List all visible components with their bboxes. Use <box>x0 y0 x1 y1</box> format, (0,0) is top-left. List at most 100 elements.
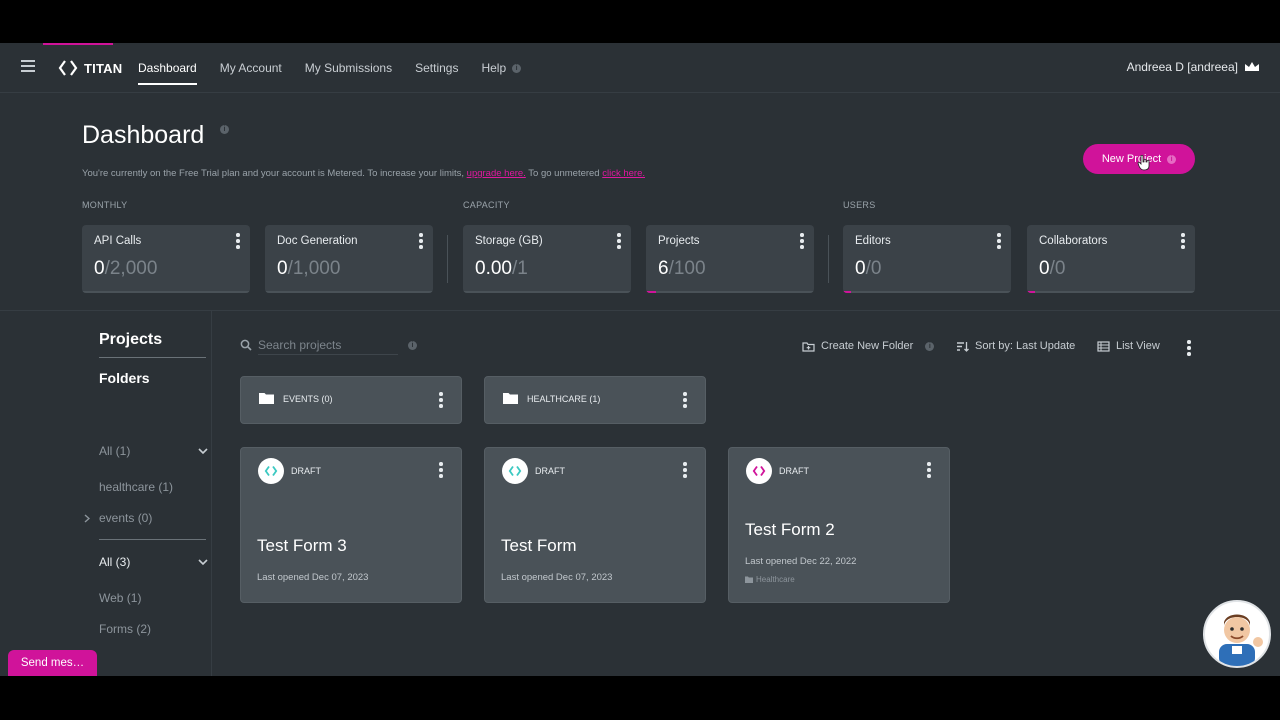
stat-more-icon[interactable] <box>997 233 1001 249</box>
search-input[interactable] <box>258 335 398 355</box>
title-info-icon[interactable]: i <box>220 125 229 134</box>
sort-button[interactable]: Sort by: Last Update <box>956 340 1075 352</box>
stat-more-icon[interactable] <box>800 233 804 249</box>
stat-limit: /1,000 <box>287 258 341 279</box>
brand-logo[interactable]: TITAN <box>58 58 122 78</box>
stat-usage-bar <box>843 291 852 293</box>
stat-track <box>1027 291 1195 293</box>
project-more-icon[interactable] <box>927 462 931 478</box>
stat-current: 0 <box>855 258 866 279</box>
stat-value: 0/0 <box>855 258 881 280</box>
hamburger-menu-icon[interactable] <box>21 60 35 72</box>
project-folder-name: Healthcare <box>756 575 795 584</box>
project-status: DRAFT <box>535 466 565 476</box>
project-more-icon[interactable] <box>439 462 443 478</box>
folders-title: Folders <box>99 370 150 386</box>
project-more-icon[interactable] <box>683 462 687 478</box>
project-name: Test Form 3 <box>257 536 347 555</box>
project-card[interactable]: DRAFT Test Form Last opened Dec 07, 2023 <box>484 447 706 603</box>
stat-more-icon[interactable] <box>236 233 240 249</box>
chevron-down-icon[interactable] <box>198 559 208 566</box>
chevron-right-icon[interactable] <box>84 514 90 523</box>
nav-settings[interactable]: Settings <box>415 43 458 93</box>
stat-more-icon[interactable] <box>617 233 621 249</box>
search-icon <box>240 339 252 351</box>
folder-filter-healthcare[interactable]: healthcare (1) <box>99 480 173 494</box>
small-folder-icon <box>745 576 753 583</box>
type-filter-forms[interactable]: Forms (2) <box>99 622 151 636</box>
brand-name: TITAN <box>84 60 123 76</box>
chevron-down-icon[interactable] <box>198 448 208 455</box>
stat-usage-bar <box>1027 291 1036 293</box>
type-filter-web[interactable]: Web (1) <box>99 591 141 605</box>
project-name: Test Form <box>501 536 577 555</box>
nav-my-account[interactable]: My Account <box>220 43 282 93</box>
create-folder-info-icon: i <box>925 341 935 351</box>
web-project-icon <box>752 465 766 477</box>
list-view-button[interactable]: List View <box>1097 340 1160 352</box>
app-shell: TITAN Dashboard My Account My Submission… <box>0 43 1280 676</box>
stat-doc-generation: Doc Generation 0/1,000 <box>265 225 433 293</box>
sidebar-title: Projects <box>99 331 163 348</box>
folder-icon <box>259 393 274 404</box>
stat-divider <box>828 235 829 283</box>
sort-icon <box>957 341 969 352</box>
stat-projects: Projects 6/100 <box>646 225 814 293</box>
stat-value: 0/2,000 <box>94 258 157 280</box>
stat-limit: /0 <box>1049 258 1066 279</box>
upgrade-link[interactable]: upgrade here. <box>467 168 526 179</box>
stat-track <box>646 291 814 293</box>
folder-name: EVENTS (0) <box>283 394 333 404</box>
folder-filter-events[interactable]: events (0) <box>99 511 152 525</box>
project-status: DRAFT <box>779 466 809 476</box>
trial-note: You're currently on the Free Trial plan … <box>82 168 645 179</box>
create-folder-label: Create New Folder <box>821 340 914 352</box>
folder-filter-all[interactable]: All (1) <box>99 444 130 458</box>
nav-help-label: Help <box>481 61 507 75</box>
project-card[interactable]: DRAFT Test Form 3 Last opened Dec 07, 20… <box>240 447 462 603</box>
folder-more-icon[interactable] <box>439 392 443 408</box>
stat-collaborators: Collaborators 0/0 <box>1027 225 1195 293</box>
section-monthly: MONTHLY <box>82 200 128 210</box>
stat-track <box>463 291 631 293</box>
stat-current: 0 <box>277 258 288 279</box>
page-title: Dashboard <box>82 121 205 149</box>
section-users: USERS <box>843 200 876 210</box>
stat-label: Collaborators <box>1039 235 1108 247</box>
stat-usage-bar <box>646 291 657 293</box>
project-name: Test Form 2 <box>745 520 835 539</box>
trial-note-middle: To go unmetered <box>525 168 603 179</box>
help-info-icon: i <box>512 63 522 73</box>
sidebar-divider <box>99 539 206 540</box>
user-name: Andreea D [andreea] <box>1126 60 1238 74</box>
stat-label: Doc Generation <box>277 235 358 247</box>
projects-sidebar: Projects Folders All (1) healthcare (1) … <box>0 311 212 676</box>
send-message-label: Send mes… <box>20 657 85 669</box>
stat-label: API Calls <box>94 235 142 247</box>
stat-more-icon[interactable] <box>419 233 423 249</box>
user-menu[interactable]: Andreea D [andreea] <box>1127 60 1260 74</box>
stat-current: 0.00 <box>475 258 512 279</box>
create-folder-button[interactable]: Create New Folder i <box>802 340 935 352</box>
folder-more-icon[interactable] <box>683 392 687 408</box>
unmetered-link[interactable]: click here. <box>602 168 645 179</box>
nav-dashboard[interactable]: Dashboard <box>138 43 197 93</box>
type-filter-all[interactable]: All (3) <box>99 555 130 569</box>
stat-editors: Editors 0/0 <box>843 225 1011 293</box>
stat-label: Projects <box>658 235 700 247</box>
search-info-icon[interactable]: i <box>408 341 417 350</box>
nav-help[interactable]: Help i <box>481 43 522 93</box>
stat-label: Editors <box>855 235 891 247</box>
project-card[interactable]: DRAFT Test Form 2 Last opened Dec 22, 20… <box>728 447 950 603</box>
folder-card-events[interactable]: EVENTS (0) <box>240 376 462 424</box>
toolbar-more-icon[interactable] <box>1187 340 1191 356</box>
support-mascot-avatar[interactable] <box>1203 600 1271 668</box>
new-project-label: New Project <box>1101 153 1162 165</box>
project-folder-tag[interactable]: Healthcare <box>745 575 795 584</box>
stat-value: 6/100 <box>658 258 706 280</box>
stat-more-icon[interactable] <box>1181 233 1185 249</box>
send-message-button[interactable]: Send mes… <box>8 650 97 676</box>
search-bar <box>240 335 412 355</box>
folder-card-healthcare[interactable]: HEALTHCARE (1) <box>484 376 706 424</box>
nav-my-submissions[interactable]: My Submissions <box>305 43 392 93</box>
